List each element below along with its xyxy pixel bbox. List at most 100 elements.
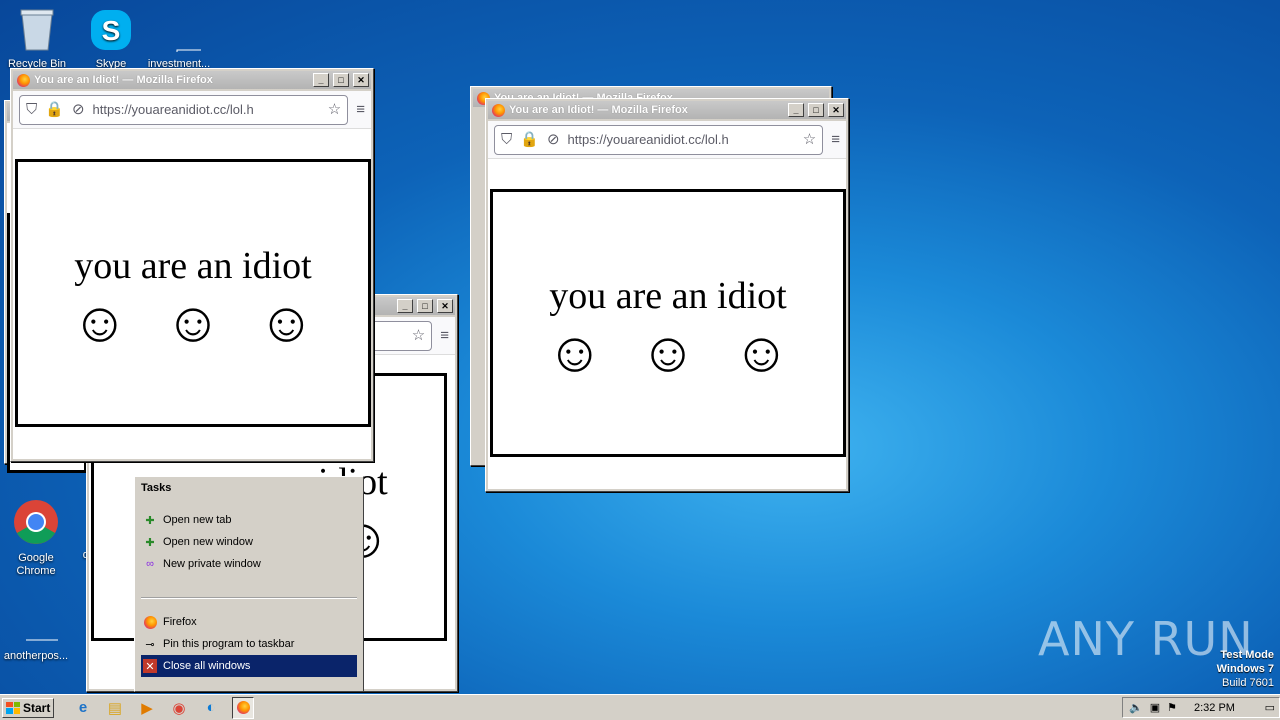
document-icon <box>26 620 71 641</box>
jumplist-pin-to-taskbar[interactable]: ⊸ Pin this program to taskbar <box>135 633 363 655</box>
recycle-bin-icon <box>20 9 54 51</box>
minimize-button[interactable]: _ <box>313 73 329 87</box>
jumplist-new-private-window[interactable]: ∞ New private window <box>135 553 363 575</box>
firefox-taskbar-icon[interactable] <box>232 696 254 719</box>
idiot-text: you are an idiot <box>74 245 312 287</box>
jumplist-item-label: Pin this program to taskbar <box>163 638 295 650</box>
window-title: You are an Idiot! — Mozilla Firefox <box>34 74 213 86</box>
smiley-icon: ☺ <box>639 320 697 383</box>
navigation-toolbar: ⛉ 🔒 ⊘ https://youareanidiot.cc/lol.h ☆ ≡ <box>13 91 371 129</box>
close-button[interactable]: ✕ <box>353 73 369 87</box>
permissions-icon[interactable]: ⊘ <box>72 102 85 117</box>
smiley-icon: ☺ <box>71 290 129 353</box>
maximize-button[interactable]: □ <box>333 73 349 87</box>
test-mode-notice: Test Mode Windows 7 Build 7601 <box>1217 648 1274 690</box>
permissions-icon[interactable]: ⊘ <box>547 132 560 147</box>
jumplist-item-label: New private window <box>163 558 261 570</box>
shield-icon[interactable]: ⛉ <box>26 102 37 117</box>
lock-icon[interactable]: 🔒 <box>45 102 64 117</box>
idiot-page-box: you are an idiot ☺ ☺ ☺ <box>490 189 846 457</box>
windows-logo-icon <box>6 701 20 714</box>
close-button[interactable]: ✕ <box>437 299 453 313</box>
jumplist-close-all-windows[interactable]: ✕ Close all windows <box>141 655 357 677</box>
volume-icon[interactable]: 🔈 <box>1129 701 1143 714</box>
desktop-icon-investment[interactable]: investment... <box>144 8 221 71</box>
jumplist-firefox[interactable]: Firefox <box>135 611 363 633</box>
url-bar[interactable]: ⛉ 🔒 ⊘ https://youareanidiot.cc/lol.h ☆ <box>19 94 349 125</box>
lock-icon[interactable]: 🔒 <box>520 132 539 147</box>
url-bar[interactable]: ⛉ 🔒 ⊘ https://youareanidiot.cc/lol.h ☆ <box>494 124 824 155</box>
menu-icon[interactable]: ≡ <box>831 132 840 147</box>
jumplist-item-label: Open new tab <box>163 514 232 526</box>
action-center-flag-icon[interactable]: ⚑ <box>1167 701 1177 714</box>
jumplist-item-label: Open new window <box>163 536 253 548</box>
test-mode-line: Windows 7 <box>1216 663 1274 675</box>
chrome-icon <box>14 500 58 544</box>
smiley-row: ☺ ☺ ☺ <box>18 292 368 352</box>
smiley-icon: ☺ <box>257 290 315 353</box>
private-mask-icon: ∞ <box>146 558 154 570</box>
svg-text:S: S <box>102 15 121 46</box>
jumplist-item-label: Firefox <box>163 616 197 628</box>
pin-icon: ⊸ <box>145 638 155 651</box>
chrome-icon[interactable]: ◉ <box>168 697 190 719</box>
firefox-icon <box>17 73 30 87</box>
bookmark-star-icon[interactable]: ☆ <box>412 328 425 343</box>
clock[interactable]: 2:32 PM <box>1194 702 1235 714</box>
bookmark-star-icon[interactable]: ☆ <box>803 132 816 147</box>
minimize-button[interactable]: _ <box>397 299 413 313</box>
test-mode-line: Build 7601 <box>1222 677 1274 689</box>
taskbar: Start e ▤ ▶ ◉ ◐ 🔈 ▣ ⚑ 2:32 PM ▭ <box>0 694 1280 720</box>
file-explorer-icon[interactable]: ▤ <box>104 697 126 719</box>
close-window-icon: ✕ <box>143 659 157 673</box>
navigation-toolbar: ⛉ 🔒 ⊘ https://youareanidiot.cc/lol.h ☆ ≡ <box>488 121 846 159</box>
firefox-window-left[interactable]: You are an Idiot! — Mozilla Firefox _ □ … <box>10 68 374 462</box>
new-tab-icon: ✚ <box>145 514 155 527</box>
document-icon <box>176 49 221 52</box>
jumplist-open-new-tab[interactable]: ✚ Open new tab <box>135 509 363 531</box>
idiot-text: you are an idiot <box>549 275 787 317</box>
smiley-row: ☺ ☺ ☺ <box>493 322 843 382</box>
bookmark-star-icon[interactable]: ☆ <box>328 102 341 117</box>
desktop-icon-label: anotherpos... <box>3 650 69 662</box>
jumplist-separator <box>141 597 357 599</box>
window-titlebar[interactable]: You are an Idiot! — Mozilla Firefox _ □ … <box>488 101 846 119</box>
url-text[interactable]: https://youareanidiot.cc/lol.h <box>568 132 795 147</box>
firefox-icon <box>492 103 505 117</box>
network-icon[interactable]: ▣ <box>1150 701 1160 714</box>
minimize-button[interactable]: _ <box>788 103 804 117</box>
desktop-icon-anotherpos[interactable]: anotherpos... <box>1 620 71 663</box>
window-title: You are an Idiot! — Mozilla Firefox <box>509 104 688 116</box>
show-desktop-icon[interactable]: ▭ <box>1265 701 1275 714</box>
url-text[interactable]: https://youareanidiot.cc/lol.h <box>93 102 320 117</box>
maximize-button[interactable]: □ <box>808 103 824 117</box>
close-button[interactable]: ✕ <box>828 103 844 117</box>
smiley-icon: ☺ <box>164 290 222 353</box>
window-content: you are an idiot ☺ ☺ ☺ <box>13 129 371 459</box>
window-titlebar[interactable]: You are an Idiot! — Mozilla Firefox _ □ … <box>13 71 371 89</box>
new-window-icon: ✚ <box>145 536 155 549</box>
jumplist-item-label: Close all windows <box>163 660 251 672</box>
internet-explorer-icon[interactable]: e <box>72 697 94 719</box>
menu-icon[interactable]: ≡ <box>440 328 449 343</box>
edge-icon[interactable]: ◐ <box>200 697 222 719</box>
desktop-icon-skype[interactable]: S Skype <box>76 8 146 71</box>
jumplist-heading: Tasks <box>141 482 172 494</box>
smiley-icon: ☺ <box>732 320 790 383</box>
jumplist-open-new-window[interactable]: ✚ Open new window <box>135 531 363 553</box>
start-button[interactable]: Start <box>2 697 54 718</box>
shield-icon[interactable]: ⛉ <box>501 132 512 147</box>
window-content: you are an idiot ☺ ☺ ☺ <box>488 159 846 489</box>
idiot-page-box: you are an idiot ☺ ☺ ☺ <box>15 159 371 427</box>
firefox-icon <box>143 615 157 629</box>
desktop-icon-chrome[interactable]: Google Chrome <box>1 498 71 578</box>
desktop-icon-recycle-bin[interactable]: Recycle Bin <box>2 6 72 71</box>
media-player-icon[interactable]: ▶ <box>136 697 158 719</box>
system-tray: 🔈 ▣ ⚑ 2:32 PM ▭ <box>1122 697 1280 718</box>
start-label: Start <box>23 700 51 715</box>
smiley-icon: ☺ <box>546 320 604 383</box>
test-mode-line: Test Mode <box>1220 649 1274 661</box>
menu-icon[interactable]: ≡ <box>356 102 365 117</box>
firefox-window-right[interactable]: You are an Idiot! — Mozilla Firefox _ □ … <box>485 98 849 492</box>
maximize-button[interactable]: □ <box>417 299 433 313</box>
